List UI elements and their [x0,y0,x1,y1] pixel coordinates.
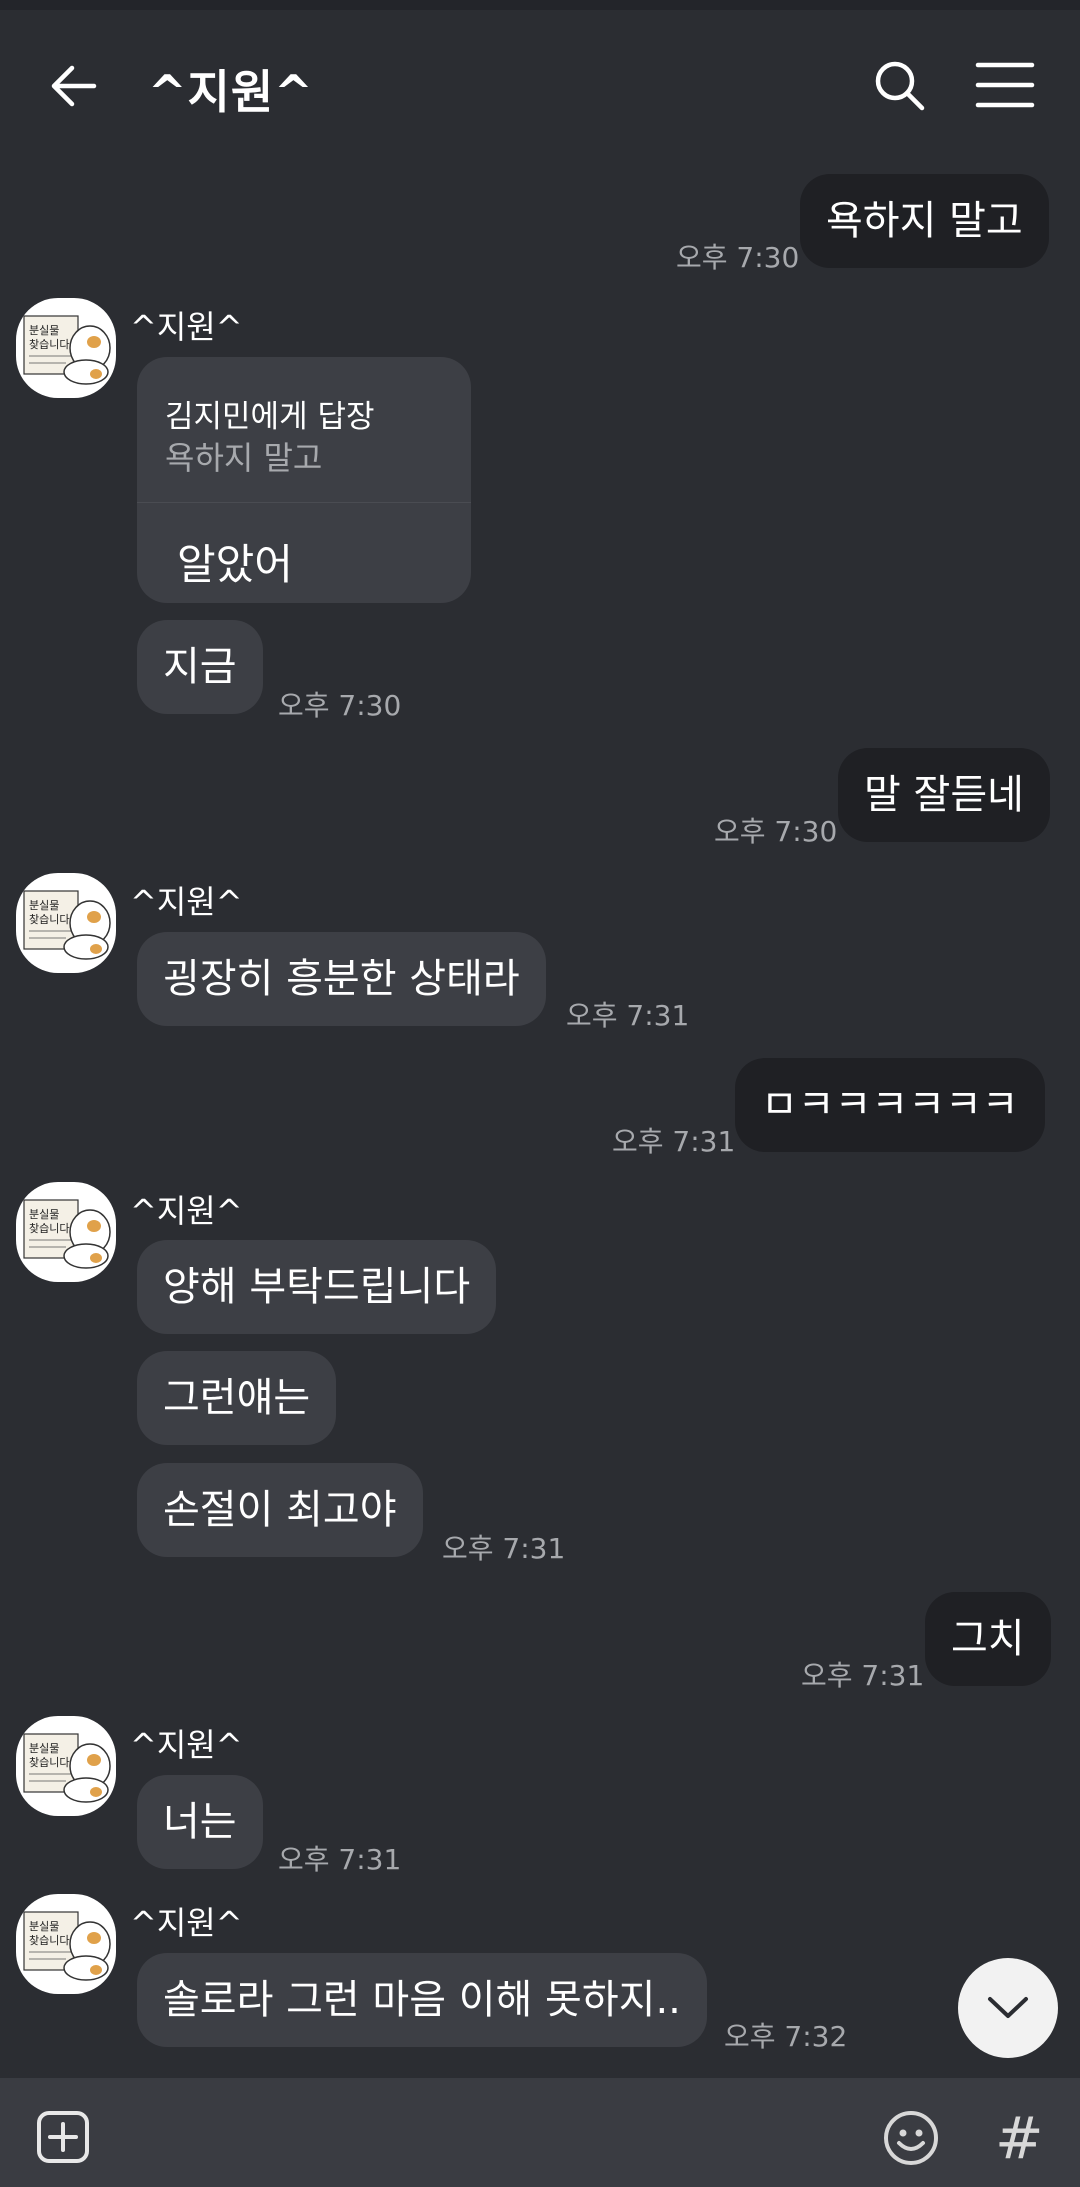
svg-text:찾습니다: 찾습니다 [29,1756,69,1769]
message-input-bar: # [0,2078,1080,2187]
status-bar [0,0,1080,10]
sender-name: ^지원^ [130,1726,243,1764]
contact-avatar[interactable]: 분실물 찾습니다 [16,1182,116,1282]
add-attachment-icon[interactable] [36,2110,90,2164]
svg-text:분실물: 분실물 [29,1208,59,1221]
contact-avatar[interactable]: 분실물 찾습니다 [16,1894,116,1994]
reply-message-bubble[interactable]: 김지민에게 답장 욕하지 말고 알았어 [137,357,471,603]
reply-target: 김지민에게 답장 [165,399,375,435]
message-timestamp: 오후 7:31 [801,1659,925,1692]
search-icon[interactable] [870,56,930,116]
svg-text:찾습니다: 찾습니다 [29,913,69,926]
message-timestamp: 오후 7:32 [724,2020,848,2053]
svg-text:분실물: 분실물 [29,1920,59,1933]
received-message-bubble[interactable]: 솔로라 그런 마음 이해 못하지.. [137,1953,707,2047]
received-message-bubble[interactable]: 너는 [137,1775,263,1869]
svg-text:분실물: 분실물 [29,1742,59,1755]
received-message-bubble[interactable]: 지금 [137,620,263,714]
chat-header: ^지원^ [0,10,1080,160]
contact-avatar[interactable]: 분실물 찾습니다 [16,1716,116,1816]
sent-message-bubble[interactable]: 말 잘듣네 [838,748,1050,842]
received-message-bubble[interactable]: 손절이 최고야 [137,1463,423,1557]
svg-text:분실물: 분실물 [29,324,59,337]
svg-text:찾습니다: 찾습니다 [29,338,69,351]
received-message-bubble[interactable]: 그런얘는 [137,1351,337,1445]
message-timestamp: 오후 7:30 [278,689,402,722]
contact-avatar[interactable]: 분실물 찾습니다 [16,873,116,973]
chevron-down-icon [988,1997,1028,2018]
scroll-to-bottom-button[interactable] [958,1958,1058,2058]
sender-name: ^지원^ [130,308,243,346]
contact-avatar[interactable]: 분실물 찾습니다 [16,298,116,398]
reply-quote: 욕하지 말고 [165,439,323,477]
message-timestamp: 오후 7:31 [278,1843,402,1876]
message-timestamp: 오후 7:31 [612,1125,736,1158]
sent-message-bubble[interactable]: ㅁㅋㅋㅋㅋㅋㅋ [735,1058,1045,1152]
sender-name: ^지원^ [130,1192,243,1230]
emoji-icon[interactable] [883,2110,939,2166]
received-message-bubble[interactable]: 굉장히 흥분한 상태라 [137,932,546,1026]
chat-title: ^지원^ [148,65,314,119]
message-timestamp: 오후 7:30 [676,241,800,274]
message-timestamp: 오후 7:30 [714,815,838,848]
sender-name: ^지원^ [130,1904,243,1942]
svg-text:찾습니다: 찾습니다 [29,1934,69,1947]
hashtag-button[interactable]: # [995,2104,1044,2172]
message-timestamp: 오후 7:31 [566,999,690,1032]
sender-name: ^지원^ [130,883,243,921]
message-timestamp: 오후 7:31 [442,1532,566,1565]
svg-text:분실물: 분실물 [29,899,59,912]
reply-text: 알았어 [177,540,293,589]
received-message-bubble[interactable]: 양해 부탁드립니다 [137,1240,497,1334]
reply-divider [137,502,471,503]
back-arrow-icon[interactable] [46,58,102,114]
sent-message-bubble[interactable]: 욕하지 말고 [800,174,1049,268]
sent-message-bubble[interactable]: 그치 [925,1592,1051,1686]
svg-text:찾습니다: 찾습니다 [29,1222,69,1235]
menu-icon[interactable] [975,60,1035,110]
